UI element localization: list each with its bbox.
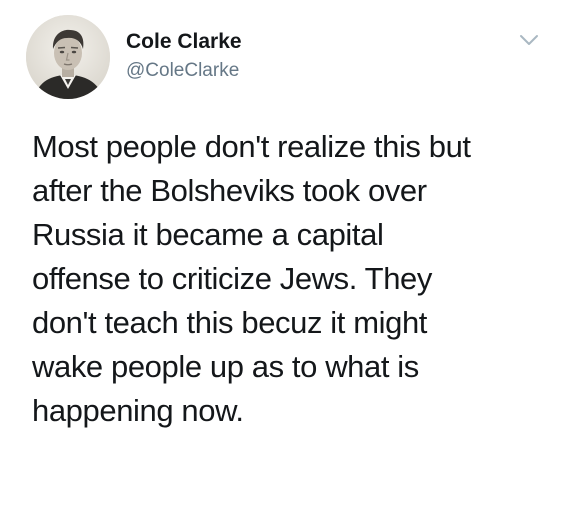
chevron-down-icon	[520, 35, 538, 45]
author-handle[interactable]: @ColeClarke	[126, 59, 239, 83]
tweet-text-line: Most people don't realize this but	[32, 129, 471, 164]
tweet-text-line: don't teach this becuz it might	[32, 305, 428, 340]
tweet-text-line: happening now.	[32, 393, 244, 428]
tweet-menu-button[interactable]	[518, 32, 540, 48]
author-display-name[interactable]: Cole Clarke	[126, 30, 242, 54]
tweet-text-line: wake people up as to what is	[32, 349, 419, 384]
tweet-text-line: after the Bolsheviks took over	[32, 173, 427, 208]
avatar[interactable]	[26, 15, 110, 99]
tweet-text-line: offense to criticize Jews. They	[32, 261, 432, 296]
tweet-text: Most people don't realize this but after…	[32, 125, 552, 433]
tweet-text-line: Russia it became a capital	[32, 217, 384, 252]
portrait-photo-icon	[26, 15, 110, 99]
tweet-card: Cole Clarke @ColeClarke Most people don'…	[0, 0, 568, 518]
